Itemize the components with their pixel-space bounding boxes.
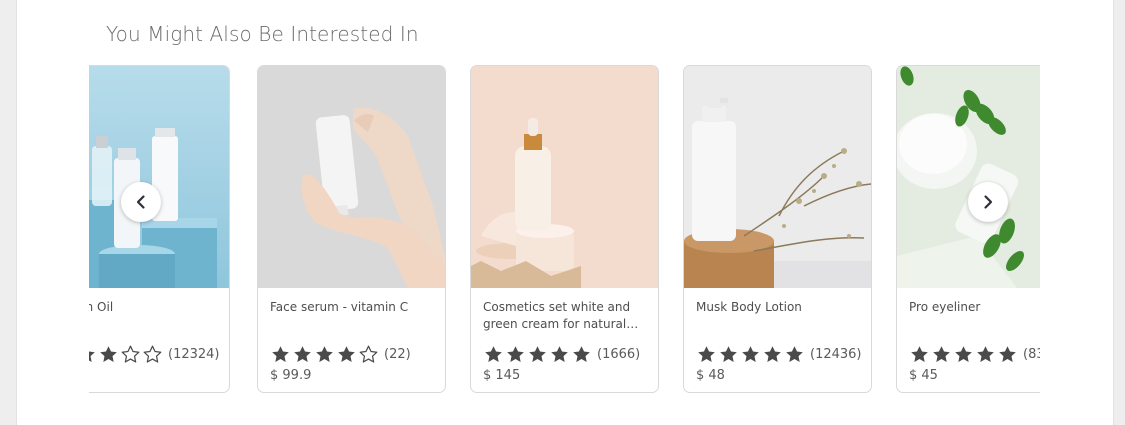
section-title: You Might Also Be Interested In [106, 22, 419, 46]
star-empty-icon [358, 344, 379, 365]
rating-count: (83 [1023, 346, 1040, 362]
product-name[interactable]: Pro eyeliner [909, 299, 1040, 316]
product-image [258, 66, 445, 288]
product-name[interactable]: Musk Body Lotion [696, 299, 856, 316]
star-empty-icon [120, 344, 141, 365]
star-filled-icon [975, 344, 996, 365]
rating-count: (22) [384, 346, 411, 362]
product-card[interactable]: Serum Oil (12324) [89, 65, 230, 393]
product-image [471, 66, 658, 288]
product-price: $ 145 [483, 368, 521, 383]
product-price: $ 48 [696, 368, 725, 383]
chevron-right-icon [980, 194, 996, 210]
carousel-next-button[interactable] [968, 182, 1008, 222]
star-rating [909, 344, 1019, 365]
star-rating [270, 344, 380, 365]
star-filled-icon [762, 344, 783, 365]
product-rating: (12324) [89, 343, 220, 365]
star-filled-icon [549, 344, 570, 365]
star-filled-icon [336, 344, 357, 365]
star-empty-icon [142, 344, 163, 365]
carousel-prev-button[interactable] [121, 182, 161, 222]
chevron-left-icon [133, 194, 149, 210]
star-filled-icon [483, 344, 504, 365]
star-rating [696, 344, 806, 365]
star-filled-icon [784, 344, 805, 365]
product-image [897, 66, 1040, 288]
star-filled-icon [909, 344, 930, 365]
product-rating: (22) [270, 343, 411, 365]
star-filled-icon [931, 344, 952, 365]
star-filled-icon [98, 344, 119, 365]
star-filled-icon [527, 344, 548, 365]
product-carousel: Serum Oil (12324) Face serum - vitamin C… [89, 65, 1040, 395]
star-filled-icon [270, 344, 291, 365]
rating-count: (12436) [810, 346, 862, 362]
star-rating [483, 344, 593, 365]
rating-count: (1666) [597, 346, 641, 362]
product-card[interactable]: Pro eyeliner (83 $ 45 [896, 65, 1040, 393]
product-price: $ 99.9 [270, 368, 312, 383]
star-filled-icon [89, 344, 97, 365]
product-card[interactable]: Cosmetics set white and green cream for … [470, 65, 659, 393]
star-filled-icon [953, 344, 974, 365]
product-card[interactable]: Musk Body Lotion (12436) $ 48 [683, 65, 872, 393]
product-card[interactable]: Face serum - vitamin C (22) $ 99.9 [257, 65, 446, 393]
product-rating: (1666) [483, 343, 640, 365]
star-filled-icon [696, 344, 717, 365]
product-rating: (83 [909, 343, 1040, 365]
product-image [684, 66, 871, 288]
star-filled-icon [292, 344, 313, 365]
star-filled-icon [505, 344, 526, 365]
product-name[interactable]: Cosmetics set white and green cream for … [483, 299, 643, 333]
rating-count: (12324) [168, 346, 220, 362]
star-filled-icon [314, 344, 335, 365]
product-rating: (12436) [696, 343, 862, 365]
star-rating [89, 344, 164, 365]
star-filled-icon [997, 344, 1018, 365]
product-name[interactable]: Serum Oil [89, 299, 214, 316]
star-filled-icon [571, 344, 592, 365]
product-name[interactable]: Face serum - vitamin C [270, 299, 430, 316]
star-filled-icon [718, 344, 739, 365]
star-filled-icon [740, 344, 761, 365]
product-price: $ 45 [909, 368, 938, 383]
product-image [89, 66, 229, 288]
